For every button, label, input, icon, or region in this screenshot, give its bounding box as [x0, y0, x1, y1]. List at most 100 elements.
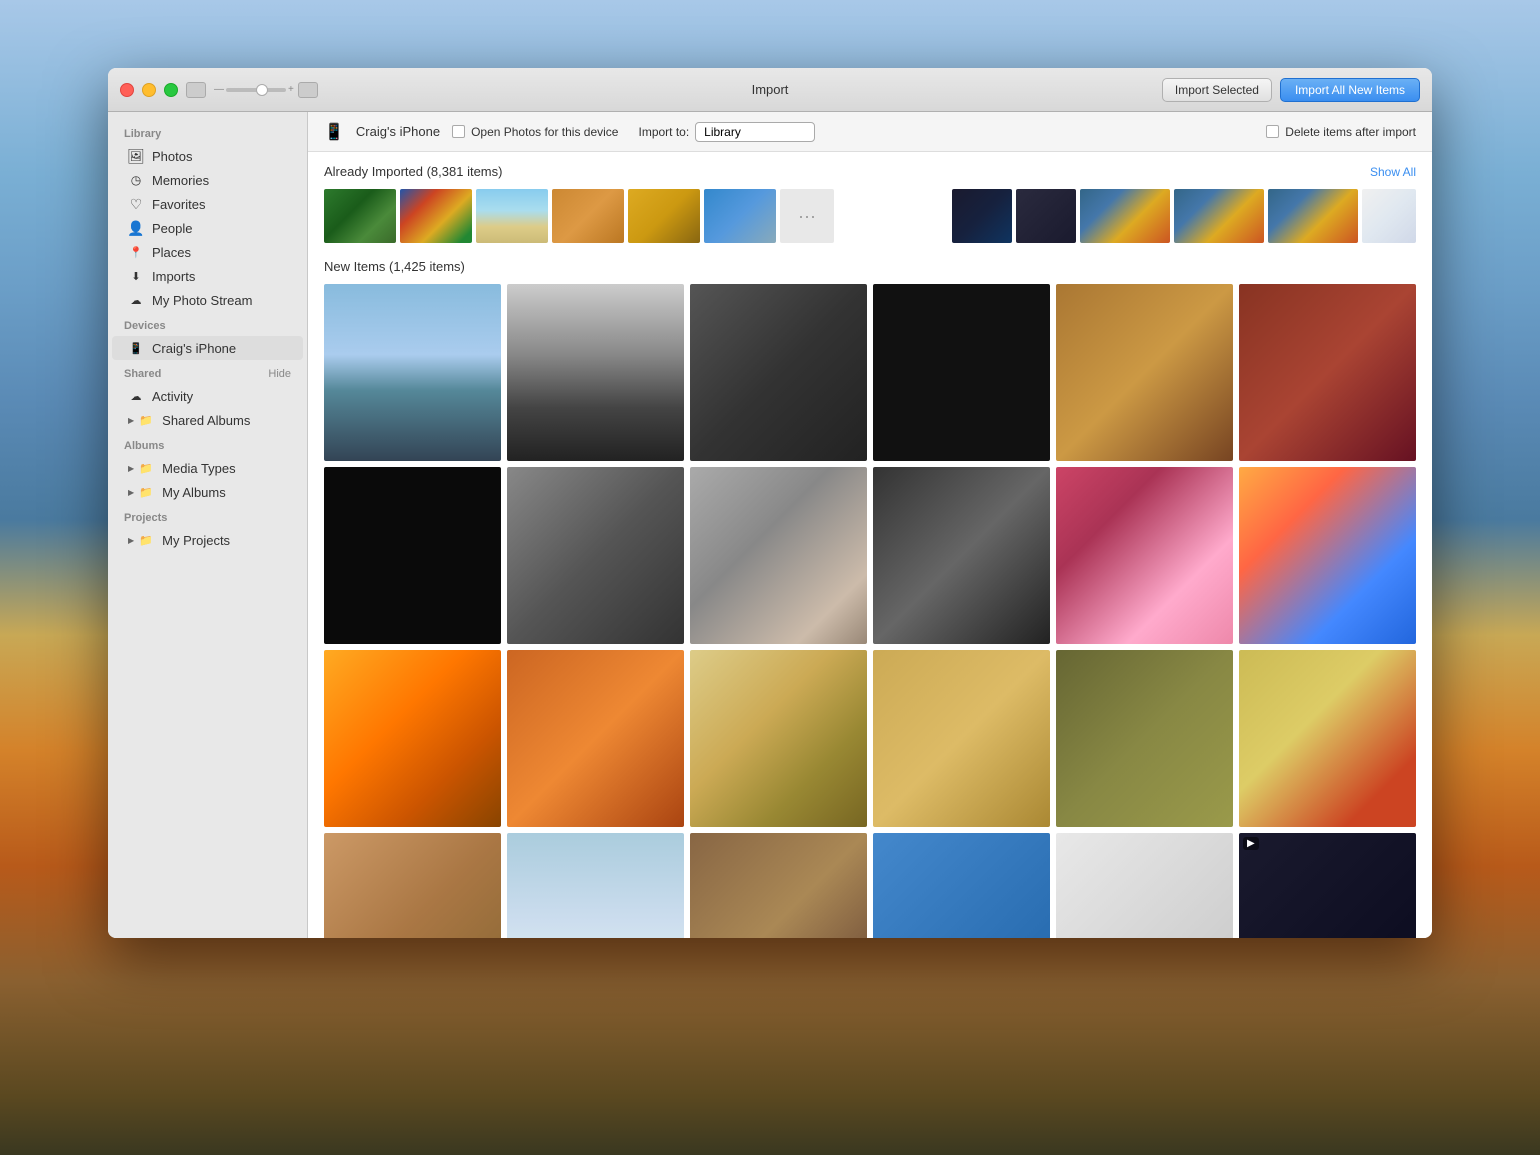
devices-header: Devices — [108, 312, 307, 336]
window-title: Import — [752, 82, 789, 97]
sidebar-item-places[interactable]: 📍 Places — [112, 240, 303, 264]
sidebar-item-media-types[interactable]: ▶ 📁 Media Types — [112, 456, 303, 480]
content-area: Library 🖼 Photos ◷ Memories ♡ Favorites … — [108, 112, 1432, 938]
view-controls: — + — [186, 82, 318, 98]
traffic-lights — [120, 83, 178, 97]
titlebar-actions: Import Selected Import All New Items — [1162, 78, 1420, 102]
table-row[interactable] — [507, 833, 684, 938]
main-content: 📱 Craig's iPhone Open Photos for this de… — [308, 112, 1432, 938]
iphone-icon: 📱 — [128, 340, 144, 356]
table-row[interactable] — [873, 284, 1050, 461]
zoom-slider[interactable]: — + — [214, 82, 294, 98]
list-item[interactable] — [400, 189, 472, 243]
close-button[interactable] — [120, 83, 134, 97]
already-imported-strip: ··· — [324, 189, 1416, 243]
sidebar-item-photostream[interactable]: ☁ My Photo Stream — [112, 288, 303, 312]
table-row[interactable] — [690, 650, 867, 827]
list-item-more: ··· — [780, 189, 834, 243]
import-destination-select[interactable]: Library — [695, 122, 815, 142]
table-row[interactable] — [873, 467, 1050, 644]
table-row[interactable] — [690, 833, 867, 938]
sidebar-item-photos[interactable]: 🖼 Photos — [112, 144, 303, 168]
device-icon: 📱 — [324, 122, 344, 142]
sidebar: Library 🖼 Photos ◷ Memories ♡ Favorites … — [108, 112, 308, 938]
table-row[interactable] — [324, 467, 501, 644]
expand-icon-albums: ▶ — [128, 488, 134, 497]
activity-icon: ☁ — [128, 388, 144, 404]
open-photos-checkbox[interactable] — [452, 125, 465, 138]
table-row[interactable] — [690, 284, 867, 461]
sidebar-label-imports: Imports — [152, 269, 195, 284]
list-item[interactable] — [1080, 189, 1170, 243]
list-item[interactable] — [704, 189, 776, 243]
list-item[interactable] — [952, 189, 1012, 243]
expand-icon-media: ▶ — [128, 464, 134, 473]
sidebar-item-my-albums[interactable]: ▶ 📁 My Albums — [112, 480, 303, 504]
table-row[interactable] — [324, 833, 501, 938]
photostream-icon: ☁ — [128, 292, 144, 308]
sidebar-label-my-projects: My Projects — [162, 533, 230, 548]
projects-header: Projects — [108, 504, 307, 528]
table-row[interactable] — [873, 833, 1050, 938]
import-to-container: Import to: Library — [638, 122, 815, 142]
list-item[interactable] — [324, 189, 396, 243]
sidebar-label-shared-albums: Shared Albums — [162, 413, 250, 428]
table-row[interactable] — [1239, 284, 1416, 461]
delete-items-container: Delete items after import — [1266, 125, 1416, 139]
sidebar-label-favorites: Favorites — [152, 197, 205, 212]
my-albums-icon: 📁 — [138, 484, 154, 500]
list-item[interactable] — [628, 189, 700, 243]
table-row[interactable] — [1056, 284, 1233, 461]
shared-hide-button[interactable]: Hide — [268, 368, 291, 380]
photos-icon: 🖼 — [128, 148, 144, 164]
media-types-icon: 📁 — [138, 460, 154, 476]
sidebar-item-activity[interactable]: ☁ Activity — [112, 384, 303, 408]
show-all-link[interactable]: Show All — [1370, 165, 1416, 179]
grid-toggle[interactable] — [298, 82, 318, 98]
list-item[interactable] — [476, 189, 548, 243]
table-row[interactable] — [873, 650, 1050, 827]
sidebar-label-places: Places — [152, 245, 191, 260]
main-window: — + Import Import Selected Import All Ne… — [108, 68, 1432, 938]
albums-header: Albums — [108, 432, 307, 456]
minimize-button[interactable] — [142, 83, 156, 97]
imports-icon: ⬇ — [128, 268, 144, 284]
table-row[interactable] — [1056, 467, 1233, 644]
list-item[interactable] — [1268, 189, 1358, 243]
device-name-label: Craig's iPhone — [356, 124, 440, 139]
already-imported-title: Already Imported (8,381 items) — [324, 164, 502, 179]
sidebar-item-my-projects[interactable]: ▶ 📁 My Projects — [112, 528, 303, 552]
sidebar-item-iphone[interactable]: 📱 Craig's iPhone — [112, 336, 303, 360]
table-row[interactable]: ▶ — [1239, 833, 1416, 938]
table-row[interactable] — [324, 284, 501, 461]
sidebar-label-activity: Activity — [152, 389, 193, 404]
photo-scroll-area[interactable]: Already Imported (8,381 items) Show All … — [308, 152, 1432, 938]
already-imported-header: Already Imported (8,381 items) Show All — [324, 164, 1416, 179]
sidebar-item-memories[interactable]: ◷ Memories — [112, 168, 303, 192]
table-row[interactable] — [690, 467, 867, 644]
list-item[interactable] — [1362, 189, 1416, 243]
sidebar-toggle[interactable] — [186, 82, 206, 98]
sidebar-item-favorites[interactable]: ♡ Favorites — [112, 192, 303, 216]
sidebar-item-imports[interactable]: ⬇ Imports — [112, 264, 303, 288]
table-row[interactable] — [1239, 650, 1416, 827]
sidebar-label-photos: Photos — [152, 149, 192, 164]
list-item[interactable] — [552, 189, 624, 243]
maximize-button[interactable] — [164, 83, 178, 97]
table-row[interactable] — [324, 650, 501, 827]
sidebar-label-my-albums: My Albums — [162, 485, 226, 500]
table-row[interactable] — [507, 284, 684, 461]
table-row[interactable] — [1056, 650, 1233, 827]
list-item[interactable] — [1174, 189, 1264, 243]
sidebar-item-shared-albums[interactable]: ▶ 📁 Shared Albums — [112, 408, 303, 432]
sidebar-item-people[interactable]: 👤 People — [112, 216, 303, 240]
delete-items-checkbox[interactable] — [1266, 125, 1279, 138]
import-all-button[interactable]: Import All New Items — [1280, 78, 1420, 102]
table-row[interactable] — [507, 467, 684, 644]
table-row[interactable] — [1056, 833, 1233, 938]
table-row[interactable] — [507, 650, 684, 827]
list-item[interactable] — [1016, 189, 1076, 243]
table-row[interactable] — [1239, 467, 1416, 644]
import-selected-button[interactable]: Import Selected — [1162, 78, 1272, 102]
video-badge: ▶ — [1243, 837, 1259, 850]
